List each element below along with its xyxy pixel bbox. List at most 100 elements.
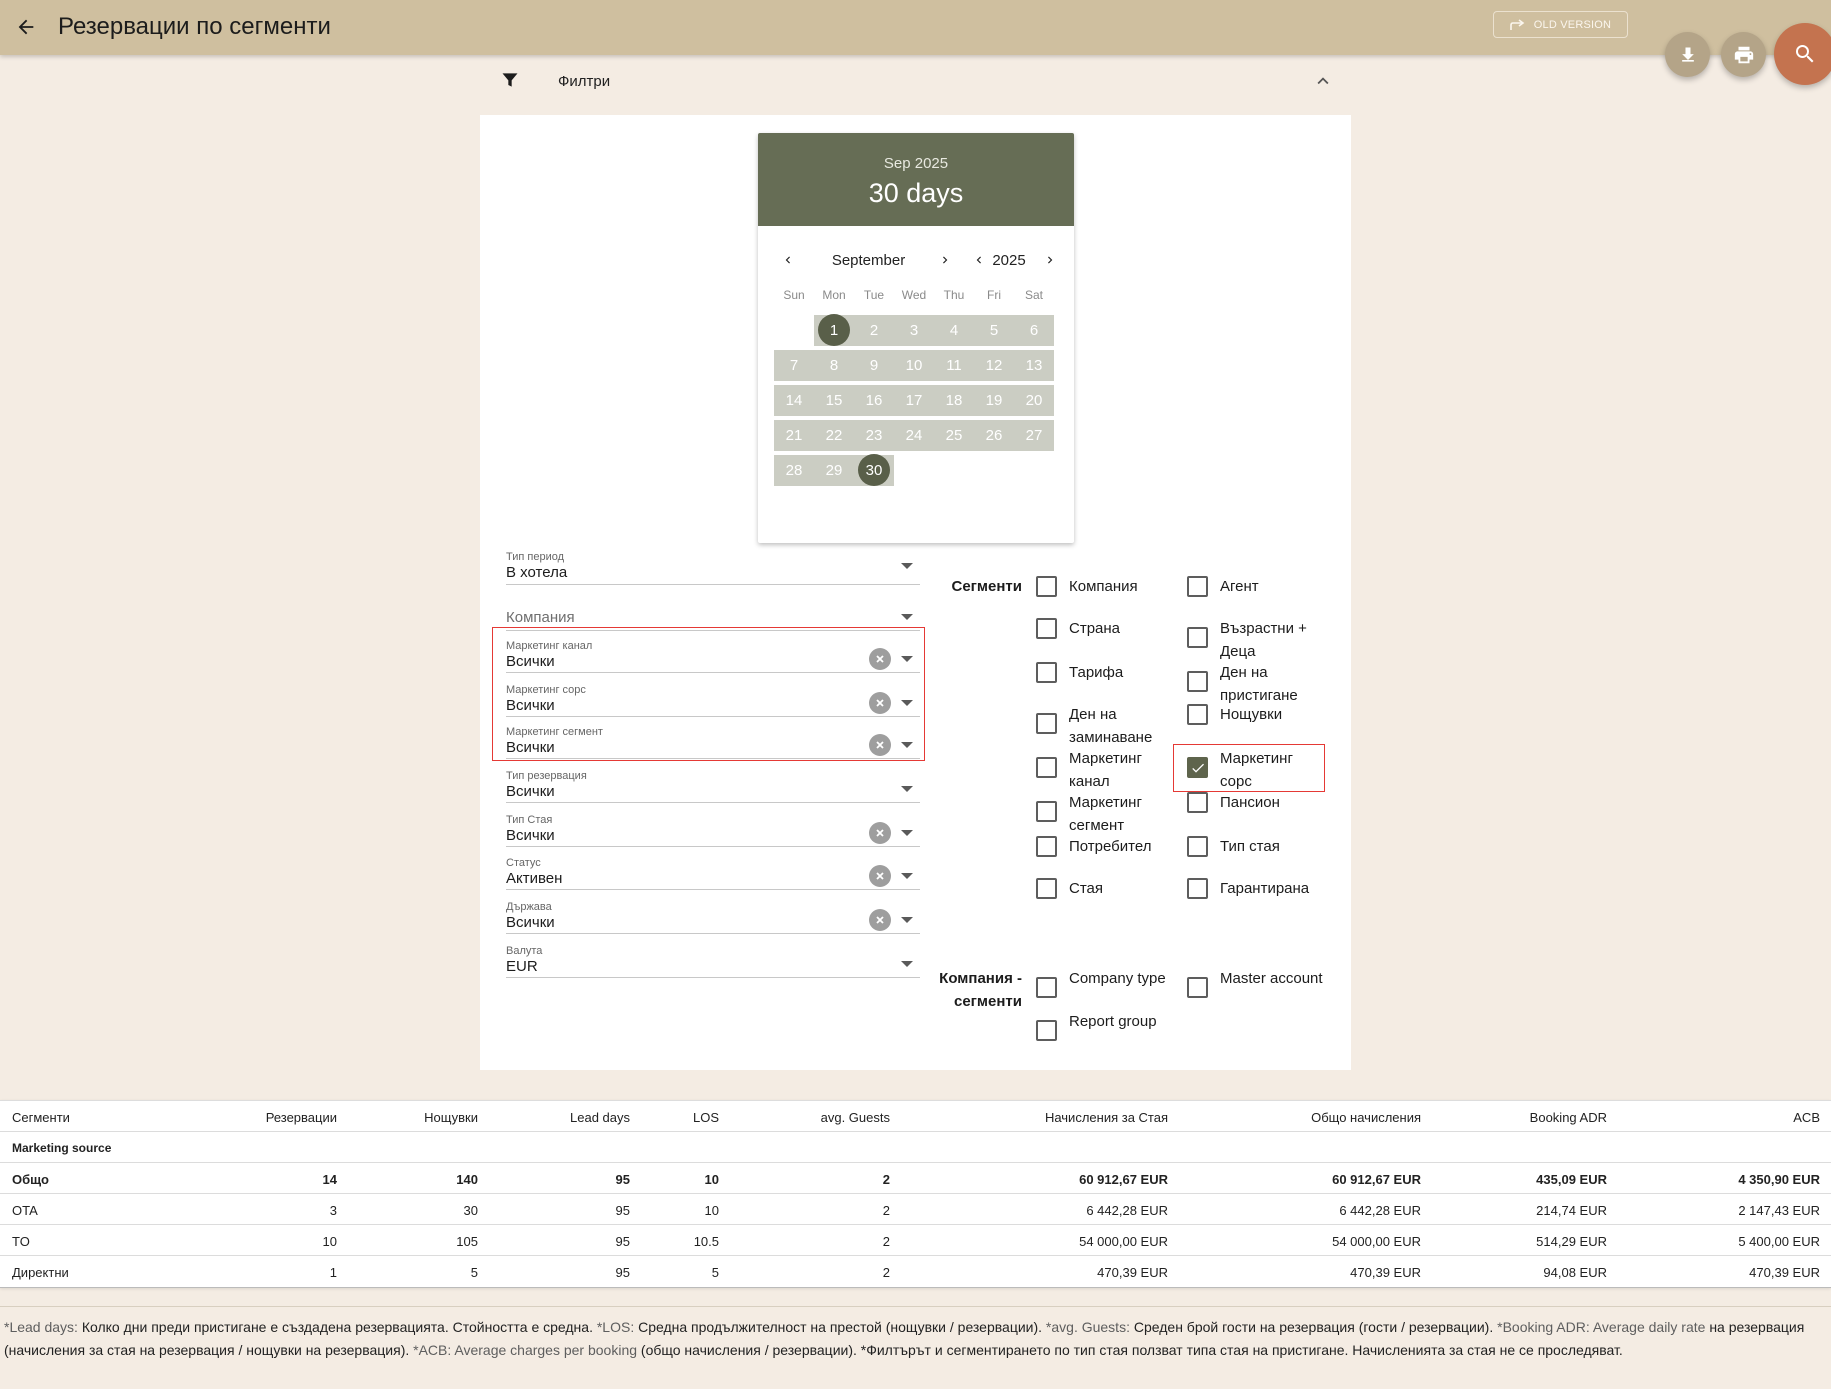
currency-select[interactable]: Валута EUR <box>506 940 920 978</box>
old-version-button[interactable]: OLD VERSION <box>1493 11 1628 38</box>
calendar-day[interactable]: 13 <box>1014 348 1054 383</box>
prev-year-chevron-icon[interactable] <box>969 248 989 272</box>
segment-checkbox-label: Компания <box>1069 578 1138 595</box>
clear-icon[interactable] <box>869 909 891 931</box>
calendar-day[interactable]: 16 <box>854 383 894 418</box>
segment-checkbox[interactable]: Възрастни + Деца <box>1187 617 1337 663</box>
segment-checkbox[interactable]: Company type <box>1036 967 1186 1013</box>
segment-checkbox[interactable]: Пансион <box>1187 791 1337 837</box>
print-button[interactable] <box>1721 32 1766 77</box>
segment-checkbox-label: Master account <box>1220 970 1323 987</box>
calendar-day[interactable]: 29 <box>814 453 854 488</box>
country-select[interactable]: Държава Всички <box>506 896 920 934</box>
segment-checkbox[interactable]: Стая <box>1036 877 1186 923</box>
checkbox-unchecked-icon <box>1187 836 1208 857</box>
calendar-day[interactable]: 20 <box>1014 383 1054 418</box>
field-value: Всички <box>506 914 555 931</box>
table-cell: 5 400,00 EUR <box>1738 1234 1820 1249</box>
segment-checkbox[interactable]: Маркетинг канал <box>1036 747 1186 793</box>
segment-checkbox[interactable]: Ден на пристигане <box>1187 661 1337 707</box>
calendar-day[interactable]: 19 <box>974 383 1014 418</box>
calendar-day[interactable]: 24 <box>894 418 934 453</box>
checkbox-unchecked-icon <box>1187 878 1208 899</box>
calendar-day[interactable]: 7 <box>774 348 814 383</box>
search-button[interactable] <box>1774 23 1831 85</box>
calendar-day[interactable]: 6 <box>1014 313 1054 348</box>
weekday-label: Mon <box>822 288 846 302</box>
next-month-chevron-icon[interactable] <box>935 248 955 272</box>
print-icon <box>1734 46 1753 63</box>
room-type-select[interactable]: Тип Стая Всички <box>506 809 920 847</box>
reservation-type-select[interactable]: Тип резервация Всички <box>506 765 920 803</box>
filters-header[interactable]: Филтри <box>480 62 1351 102</box>
footnote-text: (общо начисления / резервации). *Филтъръ… <box>640 1342 1623 1358</box>
segment-checkbox[interactable]: Компания <box>1036 575 1186 621</box>
back-arrow-icon[interactable] <box>10 11 42 43</box>
calendar-day[interactable]: 9 <box>854 348 894 383</box>
segment-checkbox[interactable]: Гарантирана <box>1187 877 1337 923</box>
field-label: Държава <box>506 901 552 913</box>
calendar-day[interactable]: 21 <box>774 418 814 453</box>
segment-checkbox-label: Ден на заминаване <box>1069 706 1153 746</box>
weekday-label: Fri <box>987 288 1001 302</box>
calendar-day[interactable]: 15 <box>814 383 854 418</box>
calendar-day[interactable]: 26 <box>974 418 1014 453</box>
table-cell: 60 912,67 EUR <box>1332 1172 1421 1187</box>
chevron-up-icon[interactable] <box>1312 70 1334 92</box>
segment-checkbox[interactable]: Ден на заминаване <box>1036 703 1186 749</box>
segment-checkbox-label: Стая <box>1069 880 1103 897</box>
prev-month-chevron-icon[interactable] <box>778 248 798 272</box>
segment-checkbox[interactable]: Тип стая <box>1187 835 1337 881</box>
download-button[interactable] <box>1665 32 1710 77</box>
calendar-day[interactable]: 5 <box>974 313 1014 348</box>
segment-checkbox[interactable]: Потребител <box>1036 835 1186 881</box>
calendar-month-label: September <box>831 252 906 269</box>
calendar-day[interactable]: 17 <box>894 383 934 418</box>
clear-icon[interactable] <box>869 865 891 887</box>
calendar-day[interactable]: 8 <box>814 348 854 383</box>
segment-checkbox[interactable]: Страна <box>1036 617 1186 663</box>
table-cell: 60 912,67 EUR <box>1079 1172 1168 1187</box>
clear-icon[interactable] <box>869 822 891 844</box>
weekday-label: Sat <box>1024 288 1043 302</box>
next-year-chevron-icon[interactable] <box>1040 248 1060 272</box>
segment-checkbox-label: Възрастни + Деца <box>1220 620 1307 660</box>
calendar-day[interactable]: 28 <box>774 453 814 488</box>
segment-checkbox-label: Маркетинг канал <box>1069 750 1142 790</box>
calendar-day-number: 6 <box>1029 322 1039 339</box>
table-cell: Общо начисления <box>1311 1110 1421 1125</box>
calendar-day[interactable]: 18 <box>934 383 974 418</box>
row-label-cell: Общо <box>12 1172 49 1187</box>
calendar-day[interactable]: 30 <box>854 453 894 488</box>
field-label: Валута <box>506 945 543 957</box>
calendar-day[interactable]: 10 <box>894 348 934 383</box>
calendar-day[interactable]: 22 <box>814 418 854 453</box>
period-type-select[interactable]: Тип период В хотела <box>506 547 920 585</box>
table-cell: 214,74 EUR <box>1536 1203 1607 1218</box>
calendar-day[interactable]: 1 <box>814 313 854 348</box>
caret-down-icon <box>901 873 913 879</box>
field-value: Всички <box>506 827 555 844</box>
segment-checkbox[interactable]: Report group <box>1036 1010 1186 1056</box>
field-value: Активен <box>506 870 563 887</box>
segment-checkbox-label: Потребител <box>1069 838 1152 855</box>
segment-checkbox[interactable]: Агент <box>1187 575 1337 621</box>
segment-checkbox[interactable]: Тарифа <box>1036 661 1186 707</box>
calendar-day[interactable]: 12 <box>974 348 1014 383</box>
calendar-day[interactable]: 2 <box>854 313 894 348</box>
calendar-day[interactable]: 14 <box>774 383 814 418</box>
table-cell: 514,29 EUR <box>1536 1234 1607 1249</box>
segment-checkbox[interactable]: Master account <box>1187 967 1337 1013</box>
segment-checkbox[interactable]: Маркетинг сегмент <box>1036 791 1186 837</box>
calendar-day-number: 2 <box>869 322 879 339</box>
calendar-day[interactable]: 25 <box>934 418 974 453</box>
calendar-day[interactable]: 23 <box>854 418 894 453</box>
calendar-day[interactable]: 27 <box>1014 418 1054 453</box>
company-select[interactable]: Компания <box>506 593 920 631</box>
calendar-day[interactable]: 11 <box>934 348 974 383</box>
segment-checkbox[interactable]: Нощувки <box>1187 703 1337 749</box>
status-select[interactable]: Статус Активен <box>506 852 920 890</box>
caret-down-icon <box>901 614 913 620</box>
calendar-day[interactable]: 4 <box>934 313 974 348</box>
calendar-day[interactable]: 3 <box>894 313 934 348</box>
